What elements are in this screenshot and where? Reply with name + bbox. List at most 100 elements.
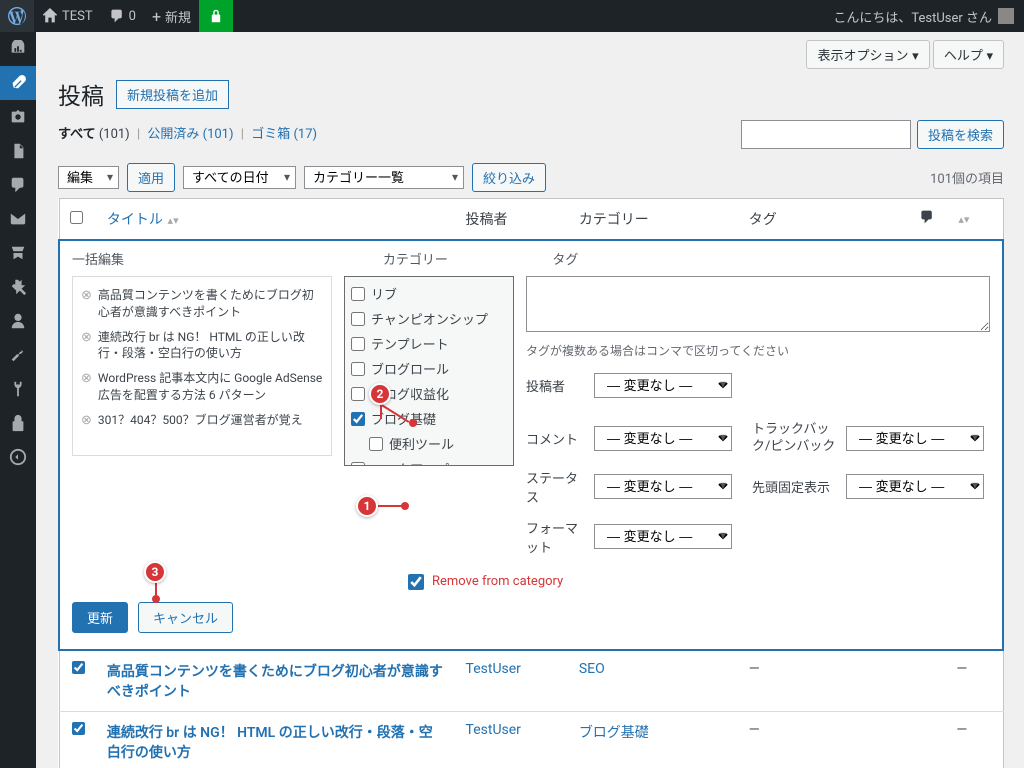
tags-input[interactable] <box>526 276 990 332</box>
bulk-title-item: ⊗連続改行 br は NG！ HTML の正しい改行・段落・空白行の使い方 <box>79 325 325 367</box>
bulk-title-item: ⊗高品質コンテンツを書くためにブログ初心者が意識すべきポイント <box>79 283 325 325</box>
bulk-edit-header: 一括編集 <box>60 241 371 276</box>
update-button[interactable]: 更新 <box>72 602 128 633</box>
sticky-select[interactable]: — 変更なし — <box>846 474 984 499</box>
post-date: — <box>946 650 1003 712</box>
sidebar-comments[interactable] <box>0 168 36 202</box>
post-author-link[interactable]: TestUser <box>466 661 521 677</box>
comments-link[interactable]: 0 <box>101 0 144 32</box>
bulk-title-text: WordPress 記事本文内に Google AdSense 広告を配置する方… <box>98 370 323 404</box>
lock-icon[interactable] <box>199 0 233 32</box>
view-trash[interactable]: ゴミ箱 (17) <box>251 127 317 142</box>
category-filter-select[interactable]: カテゴリー一覧 <box>304 166 464 189</box>
column-title[interactable]: タイトル ▴▾ <box>107 212 179 228</box>
status-select[interactable]: — 変更なし — <box>594 474 732 499</box>
category-label: テンプレート <box>371 334 449 353</box>
new-label: 新規 <box>165 7 191 26</box>
posts-table: タイトル ▴▾ 投稿者 カテゴリー タグ ▴▾ 一括編集 カテゴリー <box>58 198 1004 768</box>
category-item: ブログロール <box>351 356 507 381</box>
post-title-link[interactable]: 連続改行 br は NG！ HTML の正しい改行・段落・空白行の使い方 <box>107 725 433 761</box>
remove-title-icon[interactable]: ⊗ <box>81 370 92 404</box>
avatar[interactable] <box>998 8 1014 24</box>
post-tags: — <box>739 650 909 712</box>
category-item: ブログ基礎 <box>351 406 507 431</box>
view-all-label: すべて <box>58 127 96 142</box>
date-filter-select[interactable]: すべての日付 <box>183 166 296 189</box>
wp-logo[interactable] <box>0 0 34 32</box>
sidebar-settings[interactable] <box>0 372 36 406</box>
remove-title-icon[interactable]: ⊗ <box>81 329 92 363</box>
row-checkbox[interactable] <box>72 661 85 674</box>
bulk-title-text: 301？404？500？ブログ運営者が覚え <box>98 412 303 430</box>
sidebar-collapse[interactable] <box>0 440 36 474</box>
view-all-count: (101) <box>99 127 130 142</box>
column-author: 投稿者 <box>456 199 569 241</box>
apply-button[interactable]: 適用 <box>127 163 175 192</box>
comment-field-label: コメント <box>526 429 586 448</box>
site-name: TEST <box>62 9 93 24</box>
help-button[interactable]: ヘルプ ▾ <box>933 40 1004 69</box>
remove-title-icon[interactable]: ⊗ <box>81 412 92 430</box>
post-category-link[interactable]: ブログ基礎 <box>579 725 649 741</box>
sidebar-pages[interactable] <box>0 134 36 168</box>
comment-count: 0 <box>129 9 136 24</box>
remove-from-category-checkbox[interactable] <box>408 574 424 590</box>
column-tags: タグ <box>739 199 909 241</box>
category-label: チャンピオンシップ <box>371 309 488 328</box>
view-published[interactable]: 公開済み (101) <box>147 127 233 142</box>
new-content[interactable]: +新規 <box>144 0 199 32</box>
post-author-link[interactable]: TestUser <box>466 722 521 738</box>
sticky-field-label: 先頭固定表示 <box>752 477 838 496</box>
post-date: — <box>946 711 1003 768</box>
comment-icon <box>919 209 935 225</box>
category-checkbox[interactable] <box>351 362 365 376</box>
screen-options-button[interactable]: 表示オプション ▾ <box>806 40 929 69</box>
filter-button[interactable]: 絞り込み <box>472 163 546 192</box>
sidebar-plugins[interactable] <box>0 270 36 304</box>
post-category-link[interactable]: SEO <box>579 661 605 677</box>
category-item: マークアップ <box>351 456 507 466</box>
category-checkbox[interactable] <box>351 387 365 401</box>
table-row: 連続改行 br は NG！ HTML の正しい改行・段落・空白行の使い方 Tes… <box>59 711 1003 768</box>
sidebar-users[interactable] <box>0 304 36 338</box>
sidebar-feedback[interactable] <box>0 202 36 236</box>
sidebar-tools[interactable] <box>0 338 36 372</box>
bulk-titles-box: ⊗高品質コンテンツを書くためにブログ初心者が意識すべきポイント⊗連続改行 br … <box>72 276 332 456</box>
remove-title-icon[interactable]: ⊗ <box>81 287 92 321</box>
format-select[interactable]: — 変更なし — <box>594 524 732 549</box>
annotation-3-dot <box>152 595 160 603</box>
annotation-2-dot <box>409 419 417 427</box>
row-checkbox[interactable] <box>72 722 85 735</box>
category-item: チャンピオンシップ <box>351 306 507 331</box>
post-title-link[interactable]: 高品質コンテンツを書くためにブログ初心者が意識すべきポイント <box>107 664 443 700</box>
column-date: ▴▾ <box>946 199 1003 241</box>
category-item: リブ <box>351 281 507 306</box>
category-checkbox[interactable] <box>351 412 365 426</box>
bulk-title-text: 高品質コンテンツを書くためにブログ初心者が意識すべきポイント <box>98 287 323 321</box>
add-new-button[interactable]: 新規投稿を追加 <box>116 80 229 109</box>
bulk-action-select[interactable]: 編集 <box>58 166 119 189</box>
remove-from-category-label: Remove from category <box>432 574 563 589</box>
trackback-select[interactable]: — 変更なし — <box>846 426 984 451</box>
category-checklist: リブチャンピオンシップテンプレートブログロールブログ収益化ブログ基礎便利ツールマ… <box>344 276 514 466</box>
category-checkbox[interactable] <box>369 437 383 451</box>
category-checkbox[interactable] <box>351 287 365 301</box>
category-checkbox[interactable] <box>351 462 365 467</box>
admin-bar: TEST 0 +新規 こんにちは、TestUser さん <box>0 0 1024 32</box>
sidebar-dashboard[interactable] <box>0 32 36 66</box>
search-input[interactable] <box>741 120 911 149</box>
sidebar-appearance[interactable] <box>0 236 36 270</box>
sidebar-posts[interactable] <box>0 66 36 100</box>
category-checkbox[interactable] <box>351 337 365 351</box>
sort-indicator-icon: ▴▾ <box>165 214 179 227</box>
sidebar-media[interactable] <box>0 100 36 134</box>
sidebar-security[interactable] <box>0 406 36 440</box>
cancel-button[interactable]: キャンセル <box>138 602 233 633</box>
bulk-title-text: 連続改行 br は NG！ HTML の正しい改行・段落・空白行の使い方 <box>98 329 323 363</box>
search-button[interactable]: 投稿を検索 <box>917 120 1004 149</box>
comment-select[interactable]: — 変更なし — <box>594 426 732 451</box>
author-select[interactable]: — 変更なし — <box>594 373 732 398</box>
home-icon[interactable]: TEST <box>34 0 101 32</box>
select-all-checkbox[interactable] <box>70 211 83 224</box>
category-checkbox[interactable] <box>351 312 365 326</box>
